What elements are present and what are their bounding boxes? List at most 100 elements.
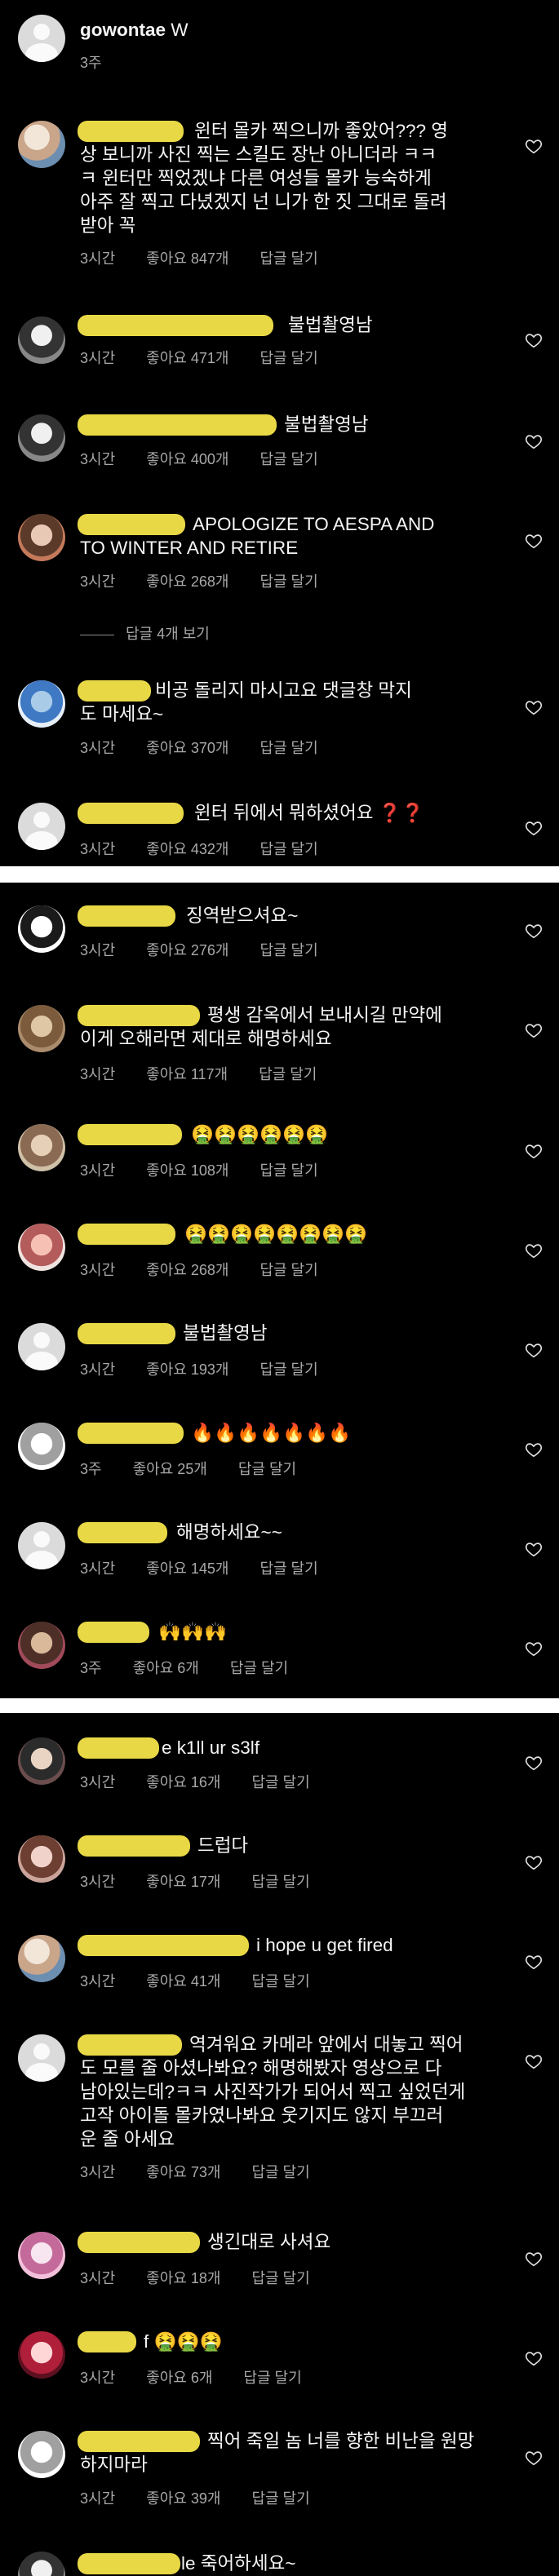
- comment-meta: 3시간 좋아요 400개 답글 달기: [80, 450, 349, 468]
- reply-button[interactable]: 답글 달기: [243, 2370, 301, 2386]
- avatar[interactable]: [18, 1124, 65, 1171]
- avatar[interactable]: [18, 514, 65, 561]
- comment-text: APOLOGIZE TO AESPA AND TO WINTER AND RET…: [80, 514, 435, 558]
- comment-meta: 3시간 좋아요 39개 답글 달기: [80, 2490, 341, 2507]
- like-heart-icon[interactable]: [525, 137, 543, 155]
- reply-button[interactable]: 답글 달기: [230, 1660, 288, 1676]
- avatar[interactable]: [18, 905, 65, 953]
- like-count[interactable]: 좋아요 39개: [146, 2490, 220, 2507]
- reply-button[interactable]: 답글 달기: [251, 1774, 309, 1790]
- view-replies-button[interactable]: 답글 4개 보기: [80, 625, 210, 643]
- like-count[interactable]: 좋아요 18개: [146, 2270, 220, 2286]
- reply-button[interactable]: 답글 달기: [238, 1461, 296, 1477]
- like-count[interactable]: 좋아요 847개: [146, 250, 228, 267]
- avatar[interactable]: [18, 1423, 65, 1470]
- like-heart-icon[interactable]: [525, 2449, 543, 2467]
- like-heart-icon[interactable]: [525, 1142, 543, 1160]
- reply-button[interactable]: 답글 달기: [251, 2164, 309, 2180]
- like-heart-icon[interactable]: [525, 1441, 543, 1458]
- like-label: 좋아요: [146, 1361, 187, 1378]
- like-heart-icon[interactable]: [525, 1242, 543, 1259]
- reply-button[interactable]: 답글 달기: [260, 1361, 317, 1378]
- like-count[interactable]: 좋아요 117개: [146, 1066, 228, 1082]
- like-heart-icon[interactable]: [525, 1640, 543, 1658]
- avatar[interactable]: [18, 1835, 65, 1883]
- like-count[interactable]: 좋아요 108개: [146, 1162, 228, 1179]
- like-count[interactable]: 좋아요 16개: [146, 1774, 220, 1790]
- reply-button[interactable]: 답글 달기: [260, 451, 317, 467]
- like-count[interactable]: 좋아요 268개: [146, 1262, 228, 1278]
- reply-button[interactable]: 답글 달기: [260, 1162, 317, 1179]
- like-heart-icon[interactable]: [525, 698, 543, 716]
- reply-button[interactable]: 답글 달기: [260, 1560, 317, 1577]
- avatar[interactable]: [18, 1622, 65, 1669]
- username[interactable]: gowontae: [80, 20, 166, 40]
- like-label: 좋아요: [146, 1774, 187, 1790]
- reply-button[interactable]: 답글 달기: [251, 2270, 309, 2286]
- like-count[interactable]: 좋아요 400개: [146, 451, 228, 467]
- reply-button[interactable]: 답글 달기: [260, 942, 317, 958]
- like-label: 좋아요: [146, 573, 187, 590]
- like-count[interactable]: 좋아요 370개: [146, 740, 228, 756]
- like-heart-icon[interactable]: [525, 1853, 543, 1871]
- avatar[interactable]: [18, 1737, 65, 1785]
- avatar[interactable]: [18, 15, 65, 62]
- like-heart-icon[interactable]: [525, 2250, 543, 2268]
- reply-button[interactable]: 답글 달기: [251, 1973, 309, 1990]
- reply-button[interactable]: 답글 달기: [260, 250, 317, 267]
- like-count[interactable]: 좋아요 268개: [146, 573, 228, 590]
- like-heart-icon[interactable]: [525, 2052, 543, 2070]
- like-count[interactable]: 좋아요 432개: [146, 841, 228, 857]
- timestamp: 3시간: [80, 2270, 116, 2286]
- like-heart-icon[interactable]: [525, 2349, 543, 2367]
- avatar[interactable]: [18, 2331, 65, 2379]
- like-count[interactable]: 좋아요 471개: [146, 350, 228, 366]
- like-label: 좋아요: [146, 2490, 187, 2507]
- reply-button[interactable]: 답글 달기: [259, 1066, 317, 1082]
- like-count[interactable]: 좋아요 145개: [146, 1560, 228, 1577]
- reply-button[interactable]: 답글 달기: [260, 573, 317, 590]
- like-count[interactable]: 좋아요 41개: [146, 1973, 220, 1990]
- like-count[interactable]: 좋아요 193개: [146, 1361, 228, 1378]
- like-heart-icon[interactable]: [525, 1021, 543, 1039]
- reply-button[interactable]: 답글 달기: [260, 740, 317, 756]
- avatar[interactable]: [18, 2232, 65, 2279]
- reply-button[interactable]: 답글 달기: [260, 350, 317, 366]
- reply-button[interactable]: 답글 달기: [260, 1262, 317, 1278]
- like-count[interactable]: 좋아요 6개: [146, 2370, 212, 2386]
- reply-button[interactable]: 답글 달기: [251, 1874, 309, 1890]
- like-heart-icon[interactable]: [525, 922, 543, 940]
- avatar[interactable]: [18, 1935, 65, 1982]
- like-count[interactable]: 좋아요 73개: [146, 2164, 220, 2180]
- like-count[interactable]: 좋아요 276개: [146, 942, 228, 958]
- reply-button[interactable]: 답글 달기: [260, 841, 317, 857]
- comment-meta: 3시간 좋아요 145개 답글 달기: [80, 1560, 349, 1578]
- like-heart-icon[interactable]: [525, 1754, 543, 1772]
- like-heart-icon[interactable]: [525, 432, 543, 450]
- avatar[interactable]: [18, 1224, 65, 1271]
- avatar[interactable]: [18, 1522, 65, 1569]
- avatar[interactable]: [18, 121, 65, 168]
- like-heart-icon[interactable]: [525, 1953, 543, 1971]
- reply-button[interactable]: 답글 달기: [251, 2490, 309, 2507]
- avatar[interactable]: [18, 2034, 65, 2082]
- like-heart-icon[interactable]: [525, 1540, 543, 1558]
- like-count[interactable]: 좋아요 25개: [133, 1461, 207, 1477]
- avatar[interactable]: [18, 803, 65, 850]
- like-number: 41개: [190, 1973, 221, 1990]
- caption: W: [171, 20, 189, 40]
- like-heart-icon[interactable]: [525, 532, 543, 550]
- avatar[interactable]: [18, 2552, 65, 2576]
- avatar[interactable]: [18, 2431, 65, 2478]
- like-count[interactable]: 좋아요 17개: [146, 1874, 220, 1890]
- avatar[interactable]: [18, 316, 65, 364]
- like-number: 17개: [190, 1874, 221, 1890]
- like-heart-icon[interactable]: [525, 819, 543, 837]
- avatar[interactable]: [18, 414, 65, 462]
- like-count[interactable]: 좋아요 6개: [133, 1660, 199, 1676]
- like-heart-icon[interactable]: [525, 1341, 543, 1359]
- like-heart-icon[interactable]: [525, 331, 543, 349]
- avatar[interactable]: [18, 1323, 65, 1370]
- avatar[interactable]: [18, 680, 65, 728]
- avatar[interactable]: [18, 1005, 65, 1052]
